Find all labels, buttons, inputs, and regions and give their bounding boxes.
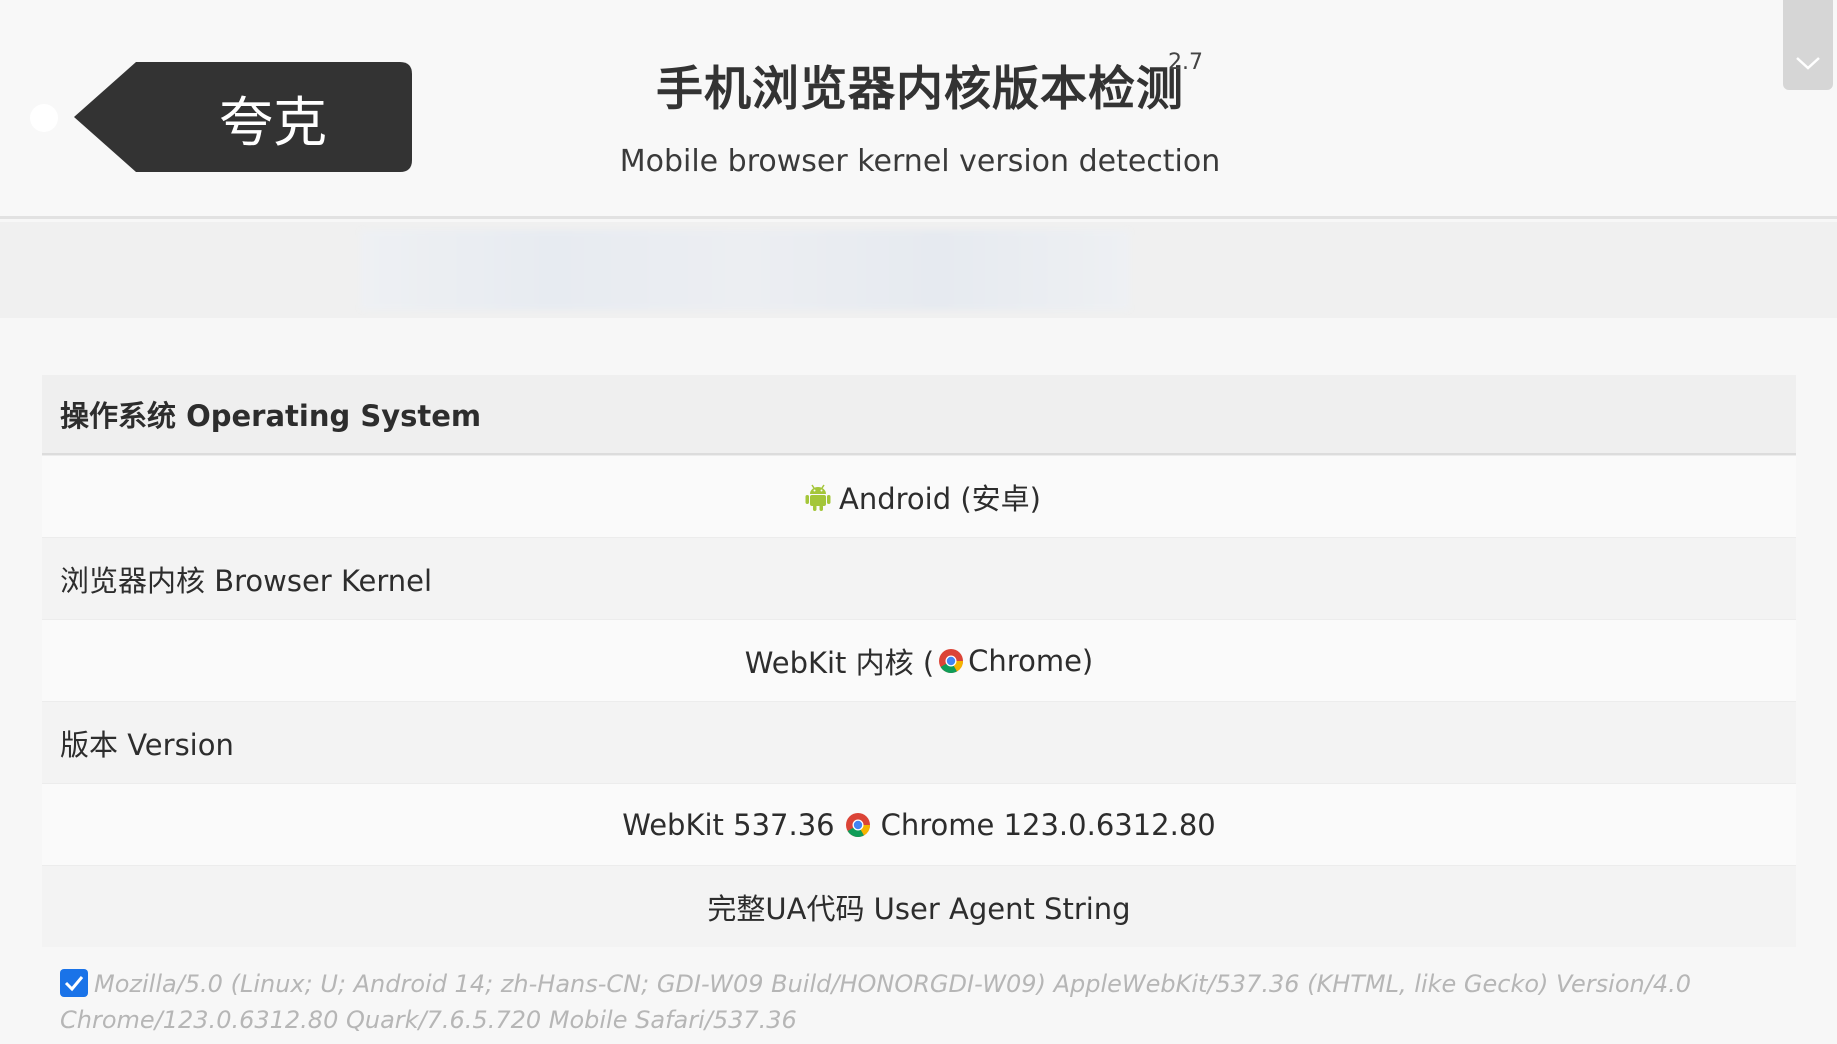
ad-banner[interactable] [0,222,1837,318]
ua-checkbox[interactable] [60,969,88,997]
os-value-row: Android (安卓) [42,455,1796,537]
back-dot[interactable] [30,104,58,132]
title-block: 手机浏览器内核版本检测 2.7 Mobile browser kernel ve… [560,40,1280,179]
page-subtitle: Mobile browser kernel version detection [619,144,1221,179]
version-label: 版本 Version [42,701,1796,783]
chrome-icon [939,648,964,673]
version-webkit: WebKit 537.36 [622,807,835,842]
page-header: 夸克 手机浏览器内核版本检测 2.7 Mobile browser kernel… [0,0,1837,219]
kernel-label: 浏览器内核 Browser Kernel [42,537,1796,619]
page-title: 手机浏览器内核版本检测 [656,62,1184,117]
version-chrome: Chrome 123.0.6312.80 [880,807,1216,842]
android-icon [805,484,831,511]
info-table: 操作系统 Operating System Android (安卓) 浏览器内核… [42,375,1796,947]
browser-tag-label: 夸克 [219,90,327,154]
ua-label: 完整UA代码 User Agent String [42,865,1796,947]
browser-tag: 夸克 [74,62,412,172]
version-value-row: WebKit 537.36 Chrome 123.0.6312.80 [42,783,1796,865]
chevron-down-icon [1796,57,1820,70]
ad-banner-image [360,230,1130,310]
checkmark-icon [64,976,84,992]
kernel-value-suffix: Chrome) [968,643,1094,678]
chrome-icon [845,812,870,837]
version-number: 2.7 [1168,50,1203,75]
scroll-handle[interactable] [1783,0,1833,90]
ua-string[interactable]: Mozilla/5.0 (Linux; U; Android 14; zh-Ha… [60,970,1691,1034]
os-value: Android (安卓) [839,481,1041,516]
ua-string-block: Mozilla/5.0 (Linux; U; Android 14; zh-Ha… [60,966,1760,1038]
os-heading: 操作系统 Operating System [42,375,1796,455]
kernel-value-row: WebKit 内核 ( Chrome) [42,619,1796,701]
kernel-value-prefix: WebKit 内核 ( [744,645,935,680]
